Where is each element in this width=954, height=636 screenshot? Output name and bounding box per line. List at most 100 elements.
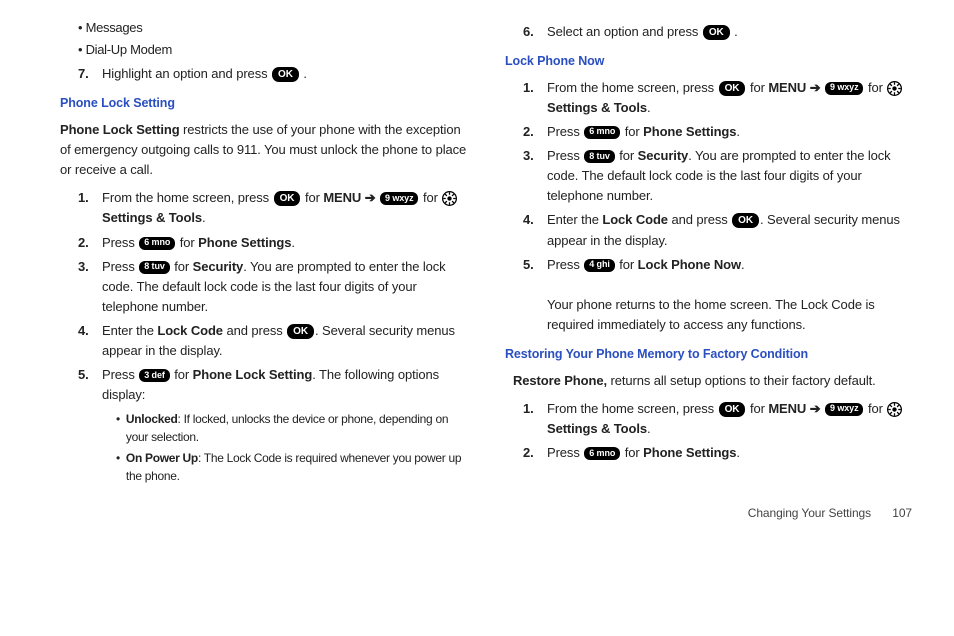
text: Press bbox=[547, 124, 580, 139]
text-bold: Security bbox=[193, 259, 244, 274]
bullet-messages: Messages bbox=[78, 18, 467, 38]
step-7: 7. Highlight an option and press OK . bbox=[78, 64, 467, 84]
text: On Power Up: The Lock Code is required w… bbox=[126, 449, 467, 486]
text: Press bbox=[547, 148, 580, 163]
six-key-icon: 6 mno bbox=[584, 447, 620, 460]
text: and press bbox=[671, 212, 727, 227]
step-number: 1. bbox=[523, 399, 547, 439]
text-bold: Restore Phone, bbox=[513, 373, 607, 388]
step-3: 3. Press 8 tuv for Security. You are pro… bbox=[78, 257, 467, 317]
ok-key-icon: OK bbox=[274, 191, 301, 206]
text-bold: MENU bbox=[768, 80, 806, 95]
step-number: 4. bbox=[78, 321, 102, 361]
text-bold: MENU bbox=[323, 190, 361, 205]
step-number: 2. bbox=[523, 122, 547, 142]
text: Unlocked: If locked, unlocks the device … bbox=[126, 410, 467, 447]
nine-key-icon: 9 wxyz bbox=[825, 403, 863, 416]
ok-key-icon: OK bbox=[732, 213, 759, 228]
text: returns all setup options to their facto… bbox=[607, 373, 876, 388]
text: for bbox=[868, 80, 883, 95]
eight-key-icon: 8 tuv bbox=[584, 150, 615, 163]
step-text: From the home screen, press OK for MENU … bbox=[547, 78, 912, 118]
lpn-step-4: 4. Enter the Lock Code and press OK. Sev… bbox=[523, 210, 912, 250]
ok-key-icon: OK bbox=[719, 81, 746, 96]
step-2: 2. Press 6 mno for Phone Settings. bbox=[78, 233, 467, 253]
option-on-power-up: • On Power Up: The Lock Code is required… bbox=[116, 449, 467, 486]
text: From the home screen, press bbox=[547, 80, 714, 95]
bullet-icon: • bbox=[116, 410, 120, 447]
text-bold: Phone Settings bbox=[643, 124, 736, 139]
text: for bbox=[619, 257, 634, 272]
text: for bbox=[868, 401, 883, 416]
step-text: Press 6 mno for Phone Settings. bbox=[102, 233, 467, 253]
text: for bbox=[174, 367, 189, 382]
text: Press bbox=[547, 445, 580, 460]
text: Press bbox=[102, 235, 135, 250]
three-key-icon: 3 def bbox=[139, 369, 170, 382]
right-column: 6. Select an option and press OK . Lock … bbox=[505, 18, 912, 488]
text: Highlight an option and press bbox=[102, 66, 268, 81]
phone-lock-intro: Phone Lock Setting restricts the use of … bbox=[60, 120, 467, 180]
step-text: Press 4 ghi for Lock Phone Now. Your pho… bbox=[547, 255, 912, 336]
text-bold: Phone Lock Setting bbox=[60, 122, 180, 137]
step-number: 3. bbox=[523, 146, 547, 206]
step-text: Press 6 mno for Phone Settings. bbox=[547, 443, 912, 463]
text-bold: Settings & Tools bbox=[102, 210, 202, 225]
restore-intro: Restore Phone, returns all setup options… bbox=[513, 371, 912, 391]
step-number: 3. bbox=[78, 257, 102, 317]
step-text: Enter the Lock Code and press OK. Severa… bbox=[547, 210, 912, 250]
nine-key-icon: 9 wxyz bbox=[380, 192, 418, 205]
six-key-icon: 6 mno bbox=[584, 126, 620, 139]
page-columns: Messages Dial-Up Modem 7. Highlight an o… bbox=[60, 18, 912, 488]
lpn-step-1: 1. From the home screen, press OK for ME… bbox=[523, 78, 912, 118]
step-number: 1. bbox=[78, 188, 102, 228]
step-1: 1. From the home screen, press OK for ME… bbox=[78, 188, 467, 228]
text: Enter the bbox=[102, 323, 154, 338]
text-bold: MENU bbox=[768, 401, 806, 416]
page-number: 107 bbox=[892, 506, 912, 520]
step-number: 1. bbox=[523, 78, 547, 118]
text-bold: Settings & Tools bbox=[547, 421, 647, 436]
ok-key-icon: OK bbox=[272, 67, 299, 82]
step-number: 6. bbox=[523, 22, 547, 42]
text: Your phone returns to the home screen. T… bbox=[547, 297, 875, 332]
ok-key-icon: OK bbox=[703, 25, 730, 40]
step-text: Press 8 tuv for Security. You are prompt… bbox=[102, 257, 467, 317]
text-bold: Lock Code bbox=[602, 212, 668, 227]
bullet-icon: • bbox=[116, 449, 120, 486]
text: and press bbox=[226, 323, 282, 338]
step-text: Press 6 mno for Phone Settings. bbox=[547, 122, 912, 142]
step-text: From the home screen, press OK for MENU … bbox=[547, 399, 912, 439]
text: for bbox=[305, 190, 320, 205]
text-bold: Phone Lock Setting bbox=[193, 367, 313, 382]
step-5: 5. Press 3 def for Phone Lock Setting. T… bbox=[78, 365, 467, 405]
text: for bbox=[750, 401, 765, 416]
step-text: Enter the Lock Code and press OK. Severa… bbox=[102, 321, 467, 361]
text-bold: Security bbox=[638, 148, 689, 163]
text: for bbox=[180, 235, 195, 250]
gear-icon bbox=[887, 402, 902, 417]
restore-step-2: 2. Press 6 mno for Phone Settings. bbox=[523, 443, 912, 463]
four-key-icon: 4 ghi bbox=[584, 259, 615, 272]
ok-key-icon: OK bbox=[719, 402, 746, 417]
gear-icon bbox=[887, 81, 902, 96]
step-text: Press 8 tuv for Security. You are prompt… bbox=[547, 146, 912, 206]
feature-bullet-list: Messages Dial-Up Modem bbox=[78, 18, 467, 60]
step-number: 4. bbox=[523, 210, 547, 250]
lpn-step-5: 5. Press 4 ghi for Lock Phone Now. Your … bbox=[523, 255, 912, 336]
eight-key-icon: 8 tuv bbox=[139, 261, 170, 274]
step-6: 6. Select an option and press OK . bbox=[523, 22, 912, 42]
text: Enter the bbox=[547, 212, 599, 227]
section-name: Changing Your Settings bbox=[748, 506, 871, 520]
six-key-icon: 6 mno bbox=[139, 237, 175, 250]
step-4: 4. Enter the Lock Code and press OK. Sev… bbox=[78, 321, 467, 361]
text: From the home screen, press bbox=[547, 401, 714, 416]
text: Select an option and press bbox=[547, 24, 698, 39]
step-text: Press 3 def for Phone Lock Setting. The … bbox=[102, 365, 467, 405]
text: From the home screen, press bbox=[102, 190, 269, 205]
nine-key-icon: 9 wxyz bbox=[825, 82, 863, 95]
text: for bbox=[174, 259, 189, 274]
lock-phone-now-heading: Lock Phone Now bbox=[505, 52, 912, 71]
step-number: 7. bbox=[78, 64, 102, 84]
text: for bbox=[619, 148, 634, 163]
